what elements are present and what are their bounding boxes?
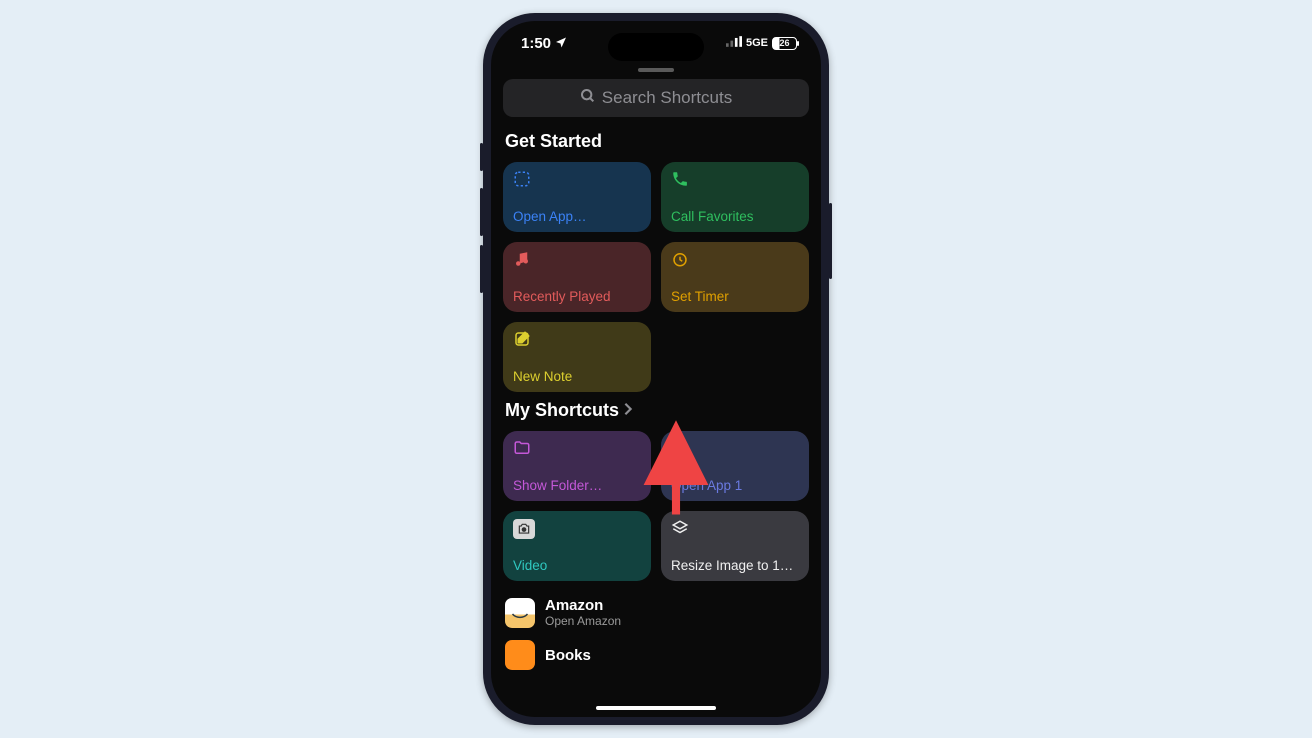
list-item-title: Amazon	[545, 597, 621, 614]
tile-call-favorites[interactable]: Call Favorites	[661, 162, 809, 232]
music-note-icon	[513, 250, 531, 268]
tile-label: Open App…	[513, 209, 641, 224]
location-icon	[555, 35, 567, 52]
folder-icon	[513, 439, 531, 457]
tile-open-app-1[interactable]: Open App 1	[661, 431, 809, 501]
stack-icon	[671, 439, 689, 457]
search-icon	[580, 88, 596, 109]
section-my-shortcuts[interactable]: My Shortcuts	[505, 400, 807, 421]
books-app-icon	[505, 640, 535, 670]
list-item-books[interactable]: Books	[503, 634, 809, 676]
camera-icon	[513, 519, 535, 539]
phone-icon	[671, 170, 689, 188]
tile-new-note[interactable]: New Note	[503, 322, 651, 392]
tile-open-app[interactable]: Open App…	[503, 162, 651, 232]
tile-resize-image[interactable]: Resize Image to 1…	[661, 511, 809, 581]
list-item-subtitle: Open Amazon	[545, 614, 621, 628]
tile-set-timer[interactable]: Set Timer	[661, 242, 809, 312]
tile-label: Recently Played	[513, 289, 641, 304]
search-field[interactable]: Search Shortcuts	[503, 79, 809, 117]
dynamic-island	[608, 33, 704, 61]
side-button	[829, 203, 832, 279]
list-item-amazon[interactable]: Amazon Open Amazon	[503, 591, 809, 634]
section-get-started: Get Started	[505, 131, 807, 152]
status-time: 1:50	[521, 35, 551, 52]
tile-label: Call Favorites	[671, 209, 799, 224]
search-placeholder: Search Shortcuts	[602, 88, 732, 108]
chevron-right-icon	[623, 400, 633, 421]
volume-up-button	[480, 188, 483, 236]
tile-label: Show Folder…	[513, 478, 641, 493]
sheet-grabber[interactable]	[638, 68, 674, 72]
dashed-square-icon	[513, 170, 531, 188]
signal-icon	[726, 36, 742, 50]
tile-label: Open App 1	[671, 478, 799, 493]
tile-show-folder[interactable]: Show Folder…	[503, 431, 651, 501]
phone-frame: 1:50 5GE 26 Search Shortcuts G	[483, 13, 829, 725]
stack-icon	[671, 519, 689, 537]
home-indicator[interactable]	[596, 706, 716, 711]
tile-label: Resize Image to 1…	[671, 558, 799, 573]
mute-switch	[480, 143, 483, 171]
section-my-shortcuts-label: My Shortcuts	[505, 400, 619, 421]
tile-label: Video	[513, 558, 641, 573]
tile-label: New Note	[513, 369, 641, 384]
compose-icon	[513, 330, 531, 348]
tile-video[interactable]: Video	[503, 511, 651, 581]
tile-label: Set Timer	[671, 289, 799, 304]
volume-down-button	[480, 245, 483, 293]
amazon-app-icon	[505, 598, 535, 628]
timer-icon	[671, 250, 689, 268]
network-label: 5GE	[746, 37, 768, 49]
list-item-title: Books	[545, 647, 591, 664]
screen: 1:50 5GE 26 Search Shortcuts G	[491, 21, 821, 717]
battery-icon: 26	[772, 37, 797, 50]
tile-recently-played[interactable]: Recently Played	[503, 242, 651, 312]
